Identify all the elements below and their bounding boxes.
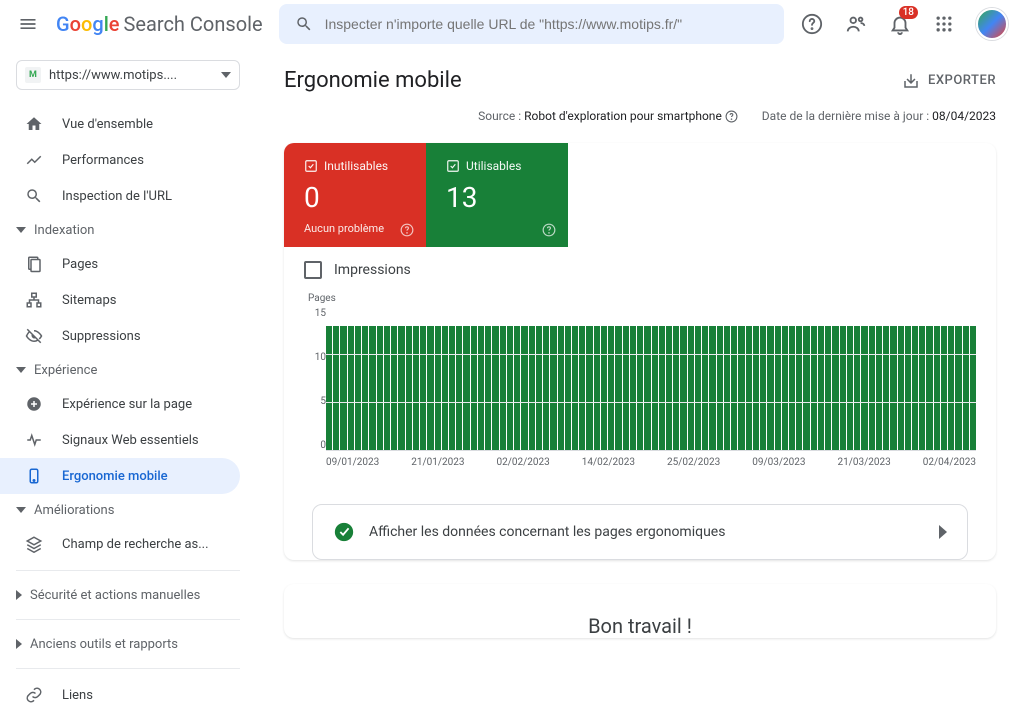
product-name: Search Console: [124, 12, 263, 36]
y-axis: 151050: [304, 306, 326, 451]
check-square-icon: [446, 159, 460, 173]
congrats-text: Bon travail !: [284, 584, 996, 638]
section-indexation[interactable]: Indexation: [0, 214, 256, 246]
section-security[interactable]: Sécurité et actions manuelles: [0, 579, 256, 611]
chart: Pages 151050 09/01/202321/01/202302/02/2…: [284, 293, 996, 484]
site-selector-label: https://www.motips....: [49, 68, 213, 83]
sidebar-item-label: Liens: [62, 688, 93, 703]
meta-info: Source : Robot d'exploration pour smartp…: [256, 105, 1024, 143]
sidebar-item-pages[interactable]: Pages: [0, 246, 240, 282]
view-details-label: Afficher les données concernant les page…: [369, 524, 925, 540]
export-label: EXPORTER: [928, 73, 996, 88]
sidebar-item-label: Signaux Web essentiels: [62, 433, 199, 448]
pages-icon: [24, 254, 44, 274]
sidebar-item-label: Champ de recherche as...: [62, 537, 209, 552]
app-header: Google Search Console 18: [0, 0, 1024, 48]
notifications-icon[interactable]: 18: [888, 12, 912, 36]
vitals-icon: [24, 430, 44, 450]
sidebar-item-sitemaps[interactable]: Sitemaps: [0, 282, 240, 318]
site-favicon: M: [25, 67, 41, 83]
sidebar-item-label: Performances: [62, 153, 144, 168]
chevron-down-icon: [221, 72, 231, 78]
content-area: Ergonomie mobile EXPORTER Source : Robot…: [256, 48, 1024, 710]
help-icon[interactable]: [400, 223, 414, 237]
layers-icon: [24, 534, 44, 554]
chart-ylabel: Pages: [308, 293, 976, 304]
check-circle-icon: [333, 521, 355, 543]
search-icon: [295, 15, 313, 33]
section-experience[interactable]: Expérience: [0, 354, 256, 386]
congrats-card: Bon travail !: [284, 584, 996, 638]
view-details-row[interactable]: Afficher les données concernant les page…: [312, 504, 968, 560]
sidebar-item-url-inspect[interactable]: Inspection de l'URL: [0, 178, 240, 214]
metric-good[interactable]: Utilisables 13: [426, 143, 568, 247]
trend-icon: [24, 150, 44, 170]
menu-icon[interactable]: [16, 12, 40, 36]
chevron-right-icon: [16, 639, 22, 649]
site-selector[interactable]: M https://www.motips....: [16, 60, 240, 90]
sidebar-item-overview[interactable]: Vue d'ensemble: [0, 106, 240, 142]
notification-badge: 18: [899, 6, 918, 19]
metric-good-value: 13: [446, 181, 548, 214]
apps-icon[interactable]: [932, 12, 956, 36]
metrics-card: Inutilisables 0 Aucun problème Utilisabl…: [284, 143, 996, 560]
users-icon[interactable]: [844, 12, 868, 36]
sidebar-item-label: Inspection de l'URL: [62, 189, 172, 204]
avatar[interactable]: [976, 8, 1008, 40]
sitemap-icon: [24, 290, 44, 310]
home-icon: [24, 114, 44, 134]
help-icon[interactable]: [725, 110, 738, 123]
sidebar-item-mobile-usability[interactable]: Ergonomie mobile: [0, 458, 240, 494]
sidebar-item-label: Sitemaps: [62, 293, 117, 308]
chevron-right-icon: [16, 590, 22, 600]
export-button[interactable]: EXPORTER: [902, 72, 996, 90]
sidebar-item-label: Expérience sur la page: [62, 397, 192, 412]
circle-plus-icon: [24, 394, 44, 414]
sidebar-item-page-experience[interactable]: Expérience sur la page: [0, 386, 240, 422]
chevron-down-icon: [16, 227, 26, 233]
sidebar-item-performance[interactable]: Performances: [0, 142, 240, 178]
chevron-down-icon: [16, 507, 26, 513]
page-title: Ergonomie mobile: [284, 68, 462, 93]
section-enhancements[interactable]: Améliorations: [0, 494, 256, 526]
link-icon: [24, 685, 44, 705]
sidebar-item-label: Vue d'ensemble: [62, 117, 153, 132]
sidebar-item-label: Pages: [62, 257, 98, 272]
sidebar-item-sitelinks-search[interactable]: Champ de recherche as...: [0, 526, 240, 562]
sidebar-item-label: Ergonomie mobile: [62, 469, 168, 484]
chevron-down-icon: [16, 367, 26, 373]
section-legacy[interactable]: Anciens outils et rapports: [0, 628, 256, 660]
metric-bad-sub: Aucun problème: [304, 222, 406, 235]
sidebar: M https://www.motips.... Vue d'ensemble …: [0, 48, 256, 710]
sidebar-item-removals[interactable]: Suppressions: [0, 318, 240, 354]
url-inspect-bar[interactable]: [279, 4, 784, 44]
plot-area: [326, 306, 976, 451]
url-inspect-input[interactable]: [325, 16, 768, 32]
search-icon: [24, 186, 44, 206]
logo[interactable]: Google Search Console: [56, 12, 263, 36]
check-square-icon: [304, 159, 318, 173]
sidebar-item-links[interactable]: Liens: [0, 677, 240, 710]
hide-icon: [24, 326, 44, 346]
sidebar-item-label: Suppressions: [62, 329, 141, 344]
chevron-right-icon: [939, 525, 947, 539]
impressions-checkbox[interactable]: [304, 261, 322, 279]
metric-bad-value: 0: [304, 181, 406, 214]
metric-bad[interactable]: Inutilisables 0 Aucun problème: [284, 143, 426, 247]
help-icon[interactable]: [800, 12, 824, 36]
help-icon[interactable]: [542, 223, 556, 237]
mobile-icon: [24, 466, 44, 486]
impressions-label: Impressions: [334, 262, 411, 278]
sidebar-item-core-web-vitals[interactable]: Signaux Web essentiels: [0, 422, 240, 458]
x-axis: 09/01/202321/01/202302/02/202314/02/2023…: [304, 451, 976, 468]
download-icon: [902, 72, 920, 90]
